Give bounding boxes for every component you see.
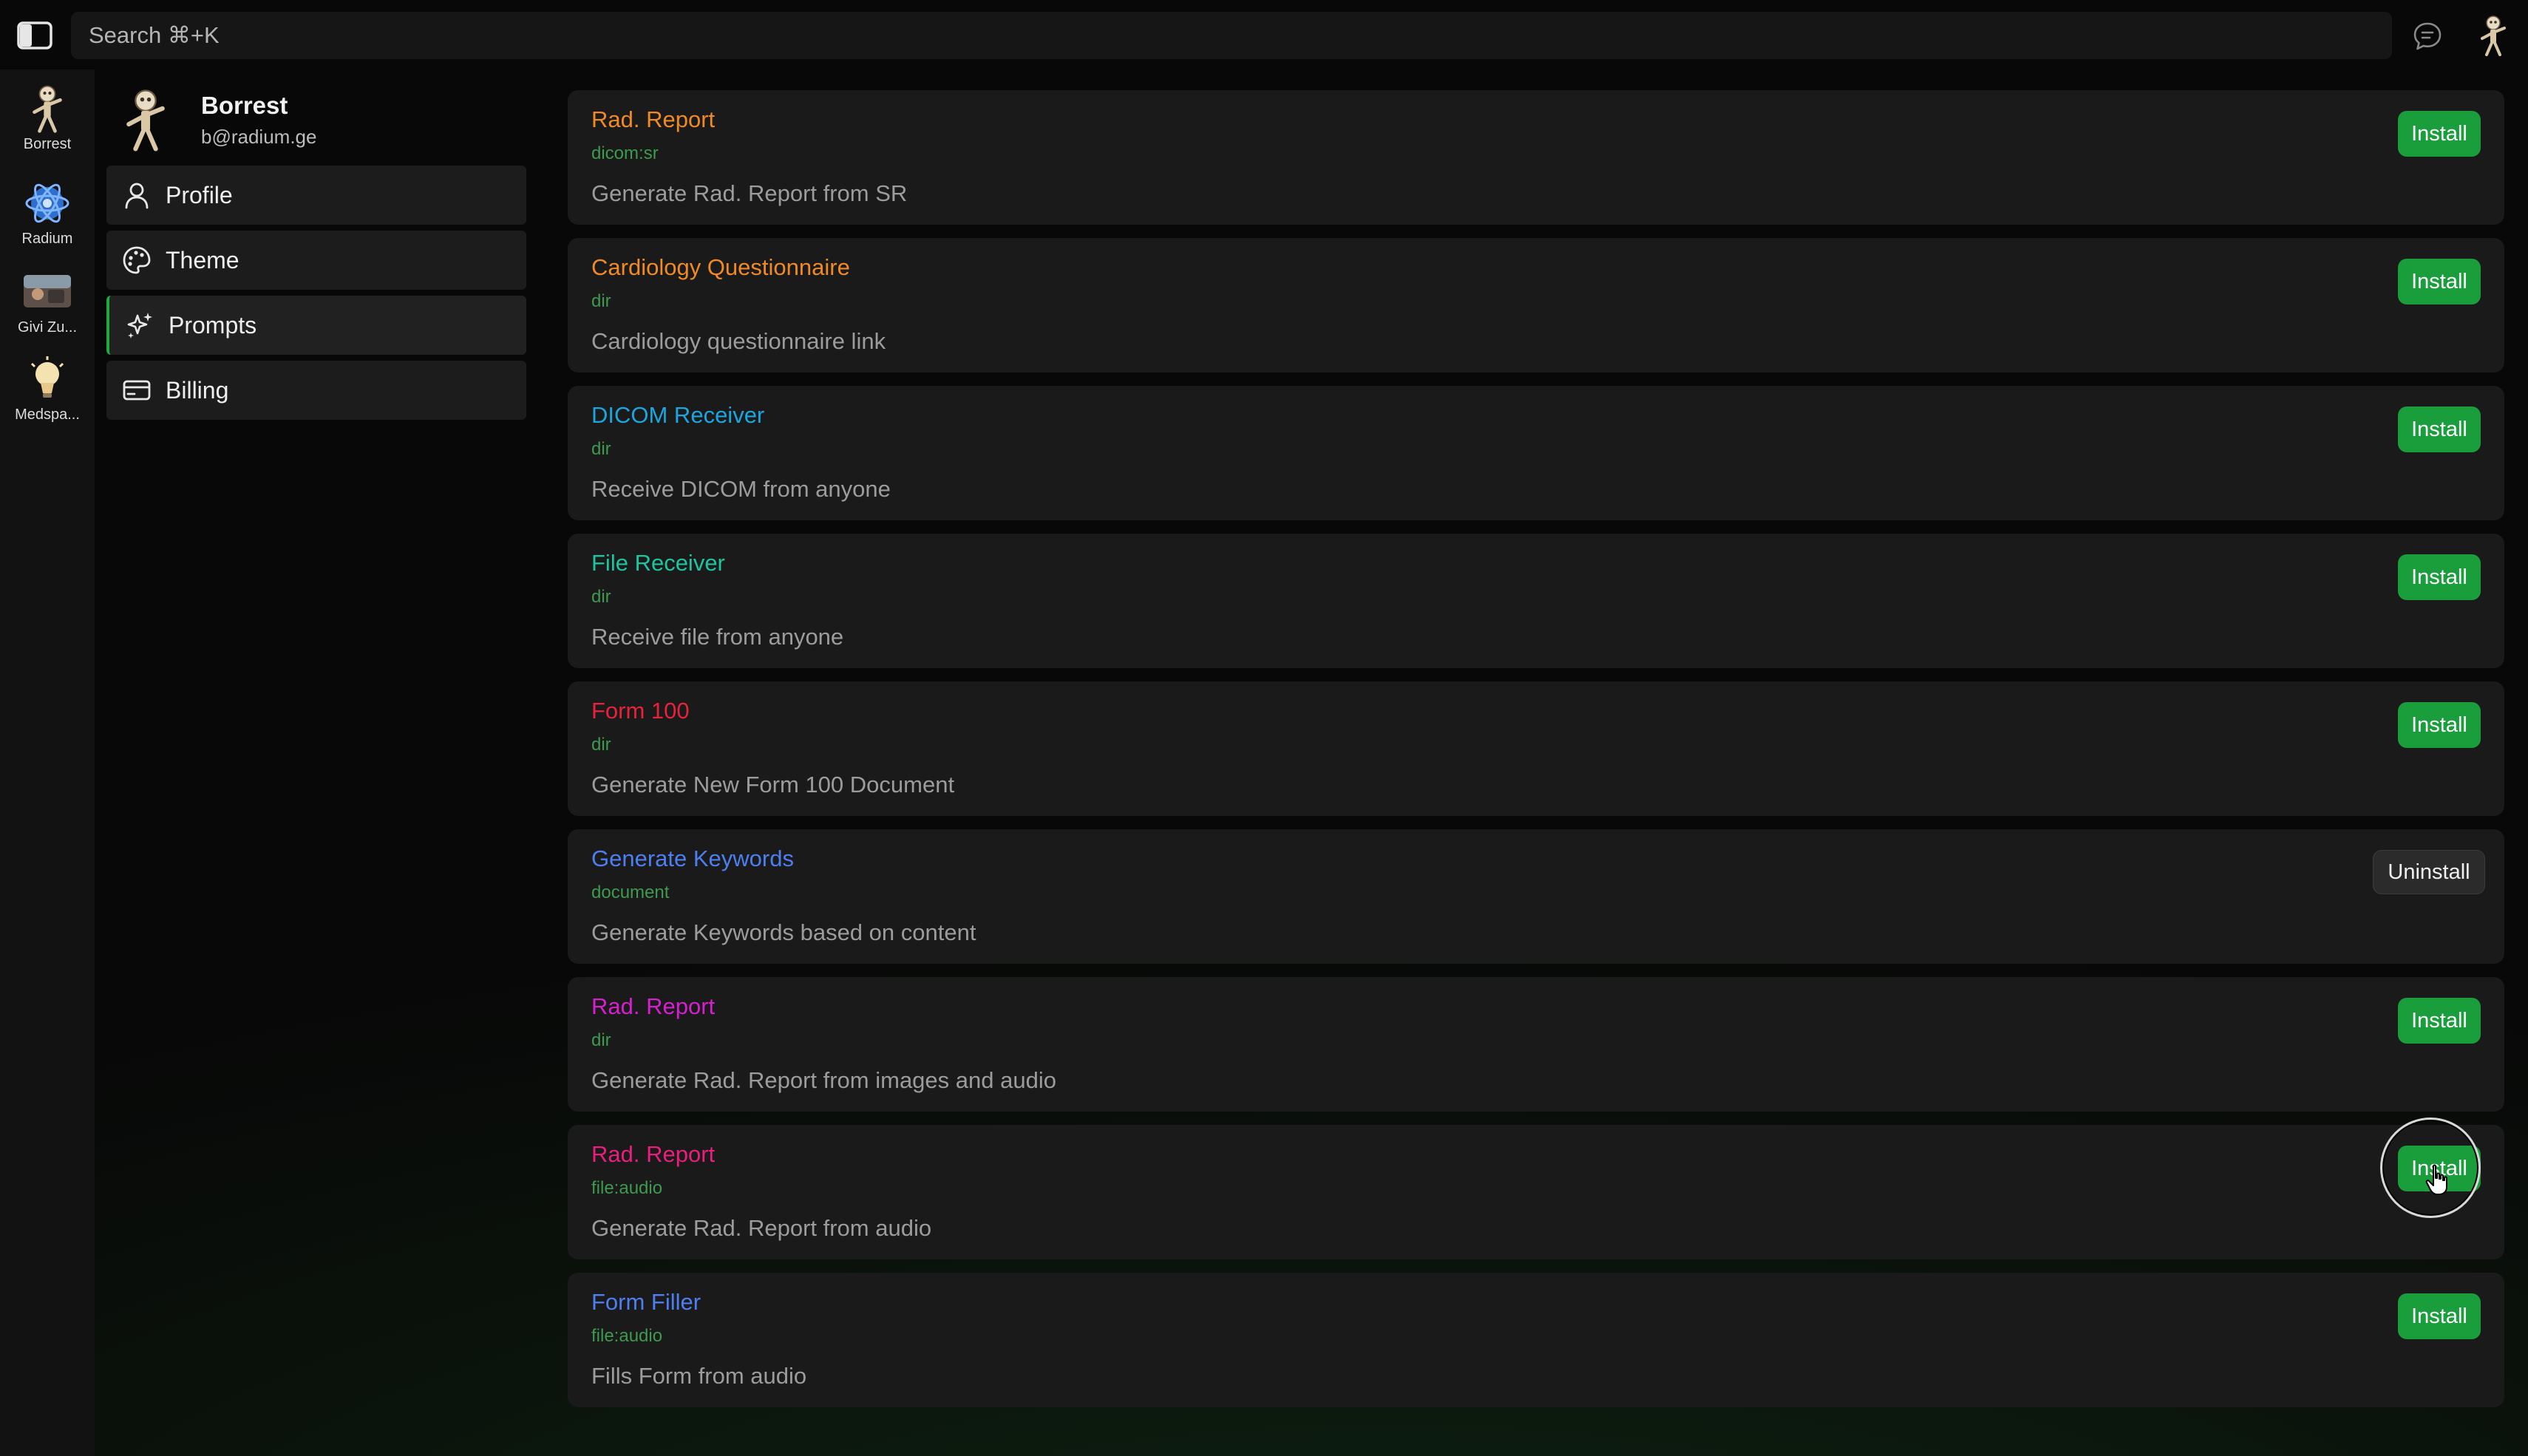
- menu-item-label: Profile: [166, 181, 233, 208]
- skeleton-avatar-icon: [33, 85, 62, 133]
- prompt-type: dir: [591, 1030, 611, 1050]
- workspace-radium[interactable]: Radium: [3, 177, 92, 248]
- prompt-description: Cardiology questionnaire link: [591, 328, 886, 354]
- skeleton-avatar-icon: [126, 89, 165, 152]
- prompt-description: Generate New Form 100 Document: [591, 772, 955, 797]
- profile-email: b@radium.ge: [201, 126, 317, 148]
- uninstall-button[interactable]: Uninstall: [2373, 850, 2485, 894]
- prompt-card: Rad. Report file:audio Generate Rad. Rep…: [568, 1125, 2504, 1259]
- workspace-rail: Borrest Radium Givi Zu... Medspa...: [0, 69, 95, 1456]
- install-button[interactable]: Install: [2398, 111, 2481, 157]
- install-button[interactable]: Install: [2398, 998, 2481, 1044]
- menu-item-label: Billing: [166, 376, 229, 404]
- prompt-card: DICOM Receiver dir Receive DICOM from an…: [568, 386, 2504, 520]
- prompt-type: file:audio: [591, 1326, 663, 1346]
- user-icon: [125, 183, 149, 209]
- prompt-card: Form Filler file:audio Fills Form from a…: [568, 1273, 2504, 1407]
- prompt-card: Rad. Report dicom:sr Generate Rad. Repor…: [568, 90, 2504, 225]
- prompt-card: Form 100 dir Generate New Form 100 Docum…: [568, 681, 2504, 816]
- workspace-label: Givi Zu...: [17, 319, 77, 336]
- prompt-type: file:audio: [591, 1178, 663, 1198]
- skeleton-avatar-icon[interactable]: [2473, 13, 2513, 58]
- menu-item-billing[interactable]: Billing: [106, 361, 526, 420]
- prompt-description: Receive DICOM from anyone: [591, 476, 891, 502]
- top-bar: Search ⌘+K: [0, 0, 2528, 69]
- prompt-title: Rad. Report: [591, 993, 716, 1019]
- workspace-borrest[interactable]: Borrest: [3, 83, 92, 153]
- sidebar-toggle-icon[interactable]: [16, 21, 53, 50]
- prompt-type: dir: [591, 439, 611, 459]
- prompt-title: Rad. Report: [591, 106, 716, 132]
- chat-bubble-icon[interactable]: [2411, 20, 2444, 52]
- prompt-card: File Receiver dir Receive file from anyo…: [568, 534, 2504, 668]
- prompt-title: Form 100: [591, 698, 690, 724]
- install-button[interactable]: Install: [2398, 406, 2481, 452]
- workspace-givi[interactable]: Givi Zu...: [3, 266, 92, 336]
- menu-item-prompts[interactable]: Prompts: [106, 296, 526, 355]
- app-window: Search ⌘+K Borrest Radium Givi Zu... Med…: [0, 0, 2528, 1456]
- prompt-card: Generate Keywords document Generate Keyw…: [568, 829, 2504, 964]
- prompt-description: Receive file from anyone: [591, 624, 844, 650]
- prompt-card: Cardiology Questionnaire dir Cardiology …: [568, 238, 2504, 372]
- install-button[interactable]: Install: [2398, 259, 2481, 305]
- prompt-description: Generate Rad. Report from images and aud…: [591, 1067, 1056, 1093]
- menu-item-theme[interactable]: Theme: [106, 231, 526, 290]
- install-button[interactable]: Install: [2398, 1146, 2481, 1191]
- install-button[interactable]: Install: [2398, 702, 2481, 748]
- prompt-title: Rad. Report: [591, 1141, 716, 1167]
- palette-icon: [123, 246, 151, 274]
- prompt-title: DICOM Receiver: [591, 402, 765, 428]
- install-button[interactable]: Install: [2398, 1293, 2481, 1339]
- credit-card-icon: [123, 380, 151, 401]
- profile-header: Borrest b@radium.ge: [115, 83, 529, 157]
- workspace-label: Medspa...: [15, 406, 80, 423]
- blue-atom-icon: [25, 183, 69, 223]
- menu-item-profile[interactable]: Profile: [106, 166, 526, 225]
- prompt-title: File Receiver: [591, 550, 725, 576]
- sparkles-icon: [127, 313, 152, 339]
- prompt-description: Generate Rad. Report from audio: [591, 1215, 932, 1241]
- prompt-title: Form Filler: [591, 1289, 701, 1315]
- prompt-description: Generate Keywords based on content: [591, 919, 976, 945]
- prompt-type: dir: [591, 291, 611, 311]
- workspace-label: Borrest: [23, 136, 72, 152]
- search-input[interactable]: Search ⌘+K: [71, 12, 2392, 59]
- prompt-type: dicom:sr: [591, 143, 659, 163]
- workspace-label: Radium: [21, 231, 73, 247]
- prompt-title: Generate Keywords: [591, 846, 794, 871]
- menu-item-label: Prompts: [169, 311, 257, 339]
- profile-name: Borrest: [201, 92, 288, 119]
- menu-item-label: Theme: [166, 246, 239, 273]
- photo-thumbnail-icon: [24, 275, 71, 307]
- prompt-description: Fills Form from audio: [591, 1363, 807, 1389]
- prompt-type: document: [591, 882, 670, 902]
- workspace-medspa[interactable]: Medspa...: [3, 353, 92, 423]
- prompt-type: dir: [591, 587, 611, 607]
- search-placeholder: Search ⌘+K: [89, 22, 220, 48]
- prompt-card: Rad. Report dir Generate Rad. Report fro…: [568, 977, 2504, 1112]
- prompt-type: dir: [591, 735, 611, 755]
- prompt-title: Cardiology Questionnaire: [591, 254, 850, 280]
- prompt-description: Generate Rad. Report from SR: [591, 180, 908, 206]
- lightbulb-icon: [30, 356, 64, 398]
- install-button[interactable]: Install: [2398, 554, 2481, 600]
